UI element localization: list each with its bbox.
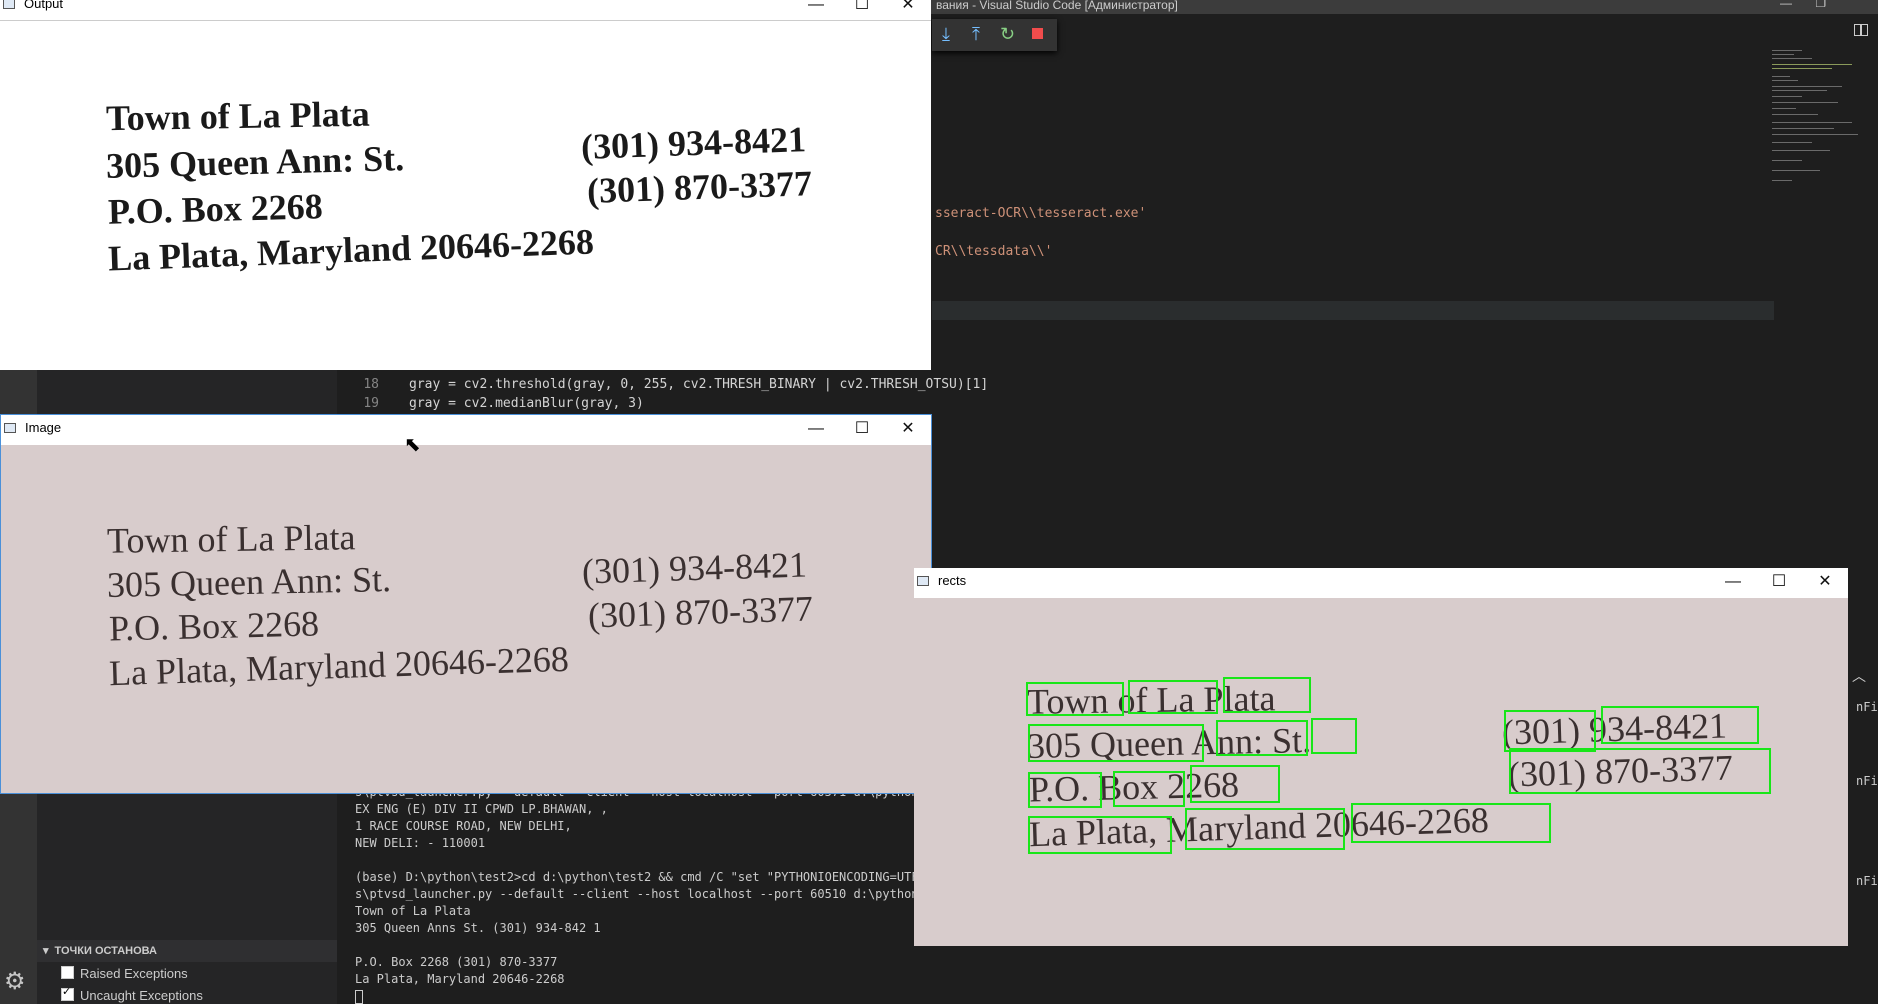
word-box <box>1351 803 1551 843</box>
doc-line: 305 Queen Ann: St. <box>106 559 392 605</box>
right-tab[interactable]: nFile <box>1856 774 1878 788</box>
restart-icon[interactable]: ↻ <box>1000 24 1015 45</box>
close-icon[interactable]: ✕ <box>1802 568 1848 596</box>
word-box <box>1026 682 1124 716</box>
doc-line: Town of La Plata <box>106 517 356 561</box>
breakpoint-label: Raised Exceptions <box>80 966 188 981</box>
window-icon <box>4 423 16 433</box>
doc-line: P.O. Box 2268 <box>108 603 320 649</box>
editor-code-line: sseract-OCR\\tesseract.exe' <box>935 206 1147 221</box>
mouse-cursor-icon: ⬉ <box>404 434 421 456</box>
terminal-line: La Plata, Maryland 20646-2268 <box>355 972 565 986</box>
word-box <box>1509 748 1771 794</box>
doc-phone: (301) 870-3377 <box>586 163 813 211</box>
checkbox[interactable] <box>61 966 74 979</box>
doc-phone: (301) 934-8421 <box>580 119 807 167</box>
editor-code: 18 gray = cv2.threshold(gray, 0, 255, cv2… <box>345 375 988 413</box>
terminal-line: s\ptvsd_launcher.py --default --client -… <box>355 887 933 901</box>
image-view: Town of La Plata 305 Queen Ann: St. P.O.… <box>1 445 931 793</box>
minimize-icon[interactable]: — <box>793 415 839 443</box>
rects-view: Town of La Plata 305 Queen Ann: St. P.O.… <box>914 598 1848 946</box>
terminal-line: (base) D:\python\test2>cd d:\python\test… <box>355 870 933 884</box>
terminal-line: 1 RACE COURSE ROAD, NEW DELHI, <box>355 819 572 833</box>
line-number: 18 <box>363 377 379 392</box>
breakpoints-header[interactable]: ▾ ТОЧКИ ОСТАНОВА <box>37 940 337 962</box>
code-text: gray = cv2.threshold(gray, 0, 255, cv2.T… <box>409 377 989 392</box>
word-box <box>1601 706 1759 744</box>
breakpoint-label: Uncaught Exceptions <box>80 988 203 1003</box>
doc-line: P.O. Box 2268 <box>107 186 324 232</box>
debug-toolbar: ⤓ ⤒ ↻ <box>932 19 1057 51</box>
doc-phone: (301) 870-3377 <box>587 588 814 636</box>
minimize-icon[interactable]: — <box>1710 568 1756 596</box>
output-image: Town of La Plata 305 Queen Ann: St. P.O.… <box>0 0 931 370</box>
code-text: gray = cv2.medianBlur(gray, 3) <box>409 396 644 411</box>
right-tab[interactable]: nFile <box>1856 700 1878 714</box>
terminal-cursor <box>355 990 363 1004</box>
maximize-icon[interactable]: ☐ <box>1756 568 1802 596</box>
stop-icon[interactable] <box>1032 28 1043 39</box>
word-box <box>1311 718 1357 754</box>
breakpoint-raised-exceptions[interactable]: Raised Exceptions <box>61 966 188 981</box>
rects-window: rects — ☐ ✕ Town of La Plata 305 Queen A… <box>914 568 1848 946</box>
window-title: rects <box>938 573 967 588</box>
breakpoint-uncaught-exceptions[interactable]: Uncaught Exceptions <box>61 985 203 1003</box>
output-window: Output — ☐ ✕ Town of La Plata 305 Queen … <box>0 0 931 370</box>
minimap[interactable] <box>1772 50 1858 190</box>
close-icon[interactable]: ✕ <box>885 415 931 443</box>
gear-icon[interactable]: ⚙ <box>4 967 26 996</box>
doc-line: Town of La Plata <box>105 93 371 139</box>
window-icon <box>917 576 929 586</box>
terminal-line: NEW DELI: - 110001 <box>355 836 486 850</box>
vscode-title: вания - Visual Studio Code [Администрато… <box>936 0 1178 12</box>
word-box <box>1028 816 1172 854</box>
step-out-icon[interactable]: ⤒ <box>972 24 980 45</box>
doc-phone: (301) 934-8421 <box>581 544 808 592</box>
word-box <box>1185 808 1345 850</box>
word-box <box>1028 724 1204 762</box>
terminal-line: EX ENG (E) DIV II CPWD LP.BHAWAN, , <box>355 802 608 816</box>
current-line-highlight <box>932 301 1774 320</box>
window-title: Image <box>25 420 62 435</box>
chevron-down-icon: ▾ <box>43 945 49 957</box>
word-box <box>1504 710 1596 752</box>
word-box <box>1216 720 1308 756</box>
word-box <box>1190 765 1280 803</box>
rects-titlebar[interactable]: rects — ☐ ✕ <box>914 568 1848 596</box>
doc-line: 305 Queen Ann: St. <box>105 138 405 186</box>
vscode-window-buttons[interactable]: — ❐ <box>1780 0 1826 10</box>
terminal-output[interactable]: s\ptvsd_launcher.py --default --client -… <box>355 784 933 1004</box>
word-box <box>1128 680 1218 714</box>
image-titlebar[interactable]: Image — ☐ ✕ <box>1 415 931 443</box>
image-window: Image — ☐ ✕ Town of La Plata 305 Queen A… <box>0 414 932 794</box>
checkbox[interactable] <box>61 985 74 1001</box>
right-tab[interactable]: nFile <box>1856 874 1878 888</box>
step-into-icon[interactable]: ⤓ <box>942 24 950 45</box>
breakpoints-title: ТОЧКИ ОСТАНОВА <box>54 945 157 957</box>
line-number: 19 <box>363 396 379 411</box>
terminal-line: 305 Queen Anns St. (301) 934-842 1 <box>355 921 601 935</box>
code-line: 19 gray = cv2.medianBlur(gray, 3) <box>345 394 988 413</box>
word-box <box>1113 771 1185 807</box>
maximize-icon[interactable]: ☐ <box>839 415 885 443</box>
terminal-line: P.O. Box 2268 (301) 870-3377 <box>355 955 558 969</box>
word-box <box>1028 772 1102 808</box>
code-line: 18 gray = cv2.threshold(gray, 0, 255, cv2… <box>345 375 988 394</box>
word-box <box>1223 677 1311 713</box>
editor-code-line: CR\\tessdata\\' <box>935 244 1053 259</box>
split-editor-icon[interactable] <box>1854 24 1868 36</box>
chevron-up-icon[interactable]: ︿ <box>1852 666 1866 686</box>
terminal-line: Town of La Plata <box>355 904 471 918</box>
